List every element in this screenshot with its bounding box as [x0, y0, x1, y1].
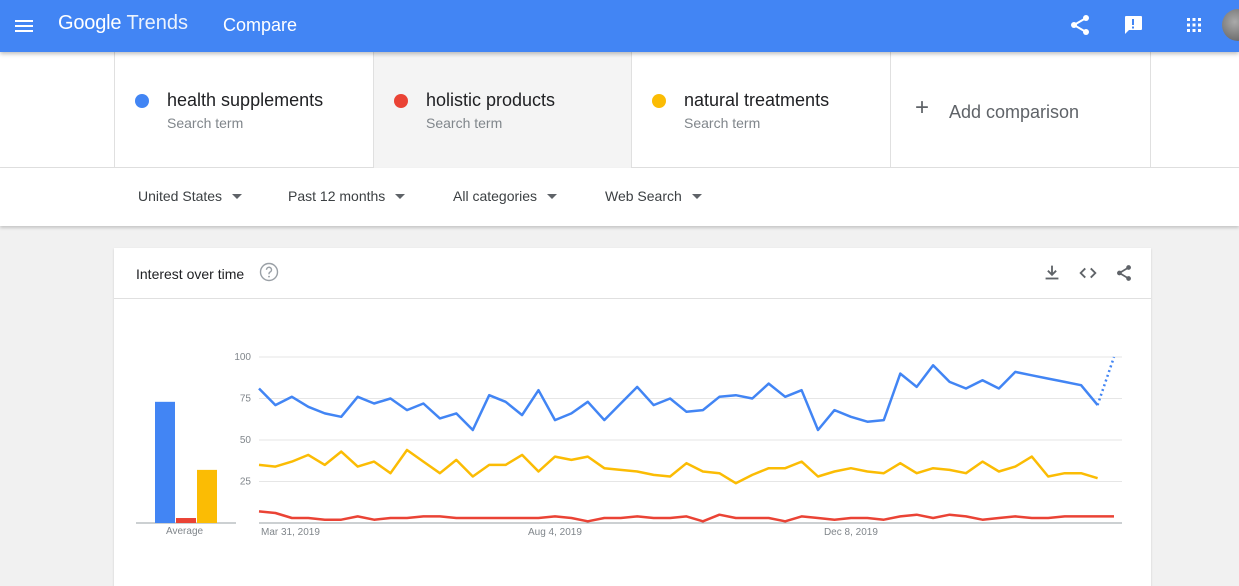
x-tick-label: Aug 4, 2019 [528, 527, 582, 538]
search-term-type: Search term [167, 115, 244, 131]
average-label: Average [166, 526, 204, 537]
search-term-type: Search term [684, 115, 761, 131]
search-term-type: Search term [426, 115, 503, 131]
plus-icon: + [915, 94, 930, 121]
average-bar [197, 469, 217, 523]
series-color-dot [135, 94, 149, 108]
category-dropdown-label: All categories [453, 188, 538, 204]
y-tick-label: 50 [240, 435, 252, 446]
series-color-dot [394, 94, 408, 108]
logo-trends-text: Trends [126, 12, 189, 34]
page-title: Compare [223, 15, 298, 35]
add-comparison-button[interactable]: + Add comparison [890, 52, 1151, 168]
feedback-icon[interactable] [1121, 13, 1145, 37]
time-range-dropdown-label: Past 12 months [288, 188, 386, 204]
x-tick-label: Dec 8, 2019 [824, 527, 878, 538]
x-tick-label: Mar 31, 2019 [261, 527, 320, 538]
average-bar [176, 518, 196, 523]
region-dropdown[interactable]: United States [138, 188, 243, 204]
filters-row: United States Past 12 months All categor… [0, 168, 1239, 226]
average-bar [155, 401, 175, 523]
y-tick-label: 25 [240, 477, 252, 488]
series-line [258, 448, 1098, 485]
search-term-card-3[interactable]: natural treatments Search term [631, 52, 890, 168]
series-line [258, 510, 1114, 523]
series-color-dot [652, 94, 666, 108]
dropdown-arrow-icon [547, 193, 558, 199]
time-range-dropdown[interactable]: Past 12 months [288, 188, 406, 204]
region-dropdown-label: United States [138, 188, 223, 204]
interest-over-time-card: Interest over time 100 75 50 25 Mar 31, 2019… [114, 248, 1151, 586]
search-term-name[interactable]: holistic products [426, 90, 555, 111]
google-trends-logo[interactable]: Google Trends [58, 12, 188, 35]
category-dropdown[interactable]: All categories [453, 188, 558, 204]
y-tick-label: 75 [240, 394, 252, 405]
share-icon[interactable] [1068, 13, 1092, 37]
search-type-dropdown-label: Web Search [605, 188, 682, 204]
series-line [258, 364, 1099, 432]
series-partial-line [1096, 356, 1116, 406]
apps-grid-icon[interactable] [1182, 13, 1206, 37]
avatar[interactable] [1222, 9, 1239, 41]
search-type-dropdown[interactable]: Web Search [605, 188, 702, 204]
top-app-bar: Google Trends Compare [0, 0, 1239, 52]
y-tick-label: 100 [234, 352, 251, 363]
interest-over-time-chart: 100 75 50 25 Mar 31, 2019 Aug 4, 2019 Dec 8, 2… [136, 352, 1122, 538]
search-term-card-2[interactable]: holistic products Search term [373, 52, 632, 168]
add-comparison-label: Add comparison [949, 102, 1080, 122]
search-terms-row: health supplements Search term holistic … [0, 52, 1239, 168]
search-term-card-1[interactable]: health supplements Search term [114, 52, 373, 168]
search-term-name[interactable]: health supplements [167, 90, 323, 111]
logo-google-text: Google [58, 12, 122, 34]
dropdown-arrow-icon [691, 193, 702, 199]
dropdown-arrow-icon [232, 193, 243, 199]
hamburger-menu-icon[interactable] [12, 14, 36, 38]
dropdown-arrow-icon [395, 193, 406, 199]
search-term-name[interactable]: natural treatments [684, 90, 829, 111]
